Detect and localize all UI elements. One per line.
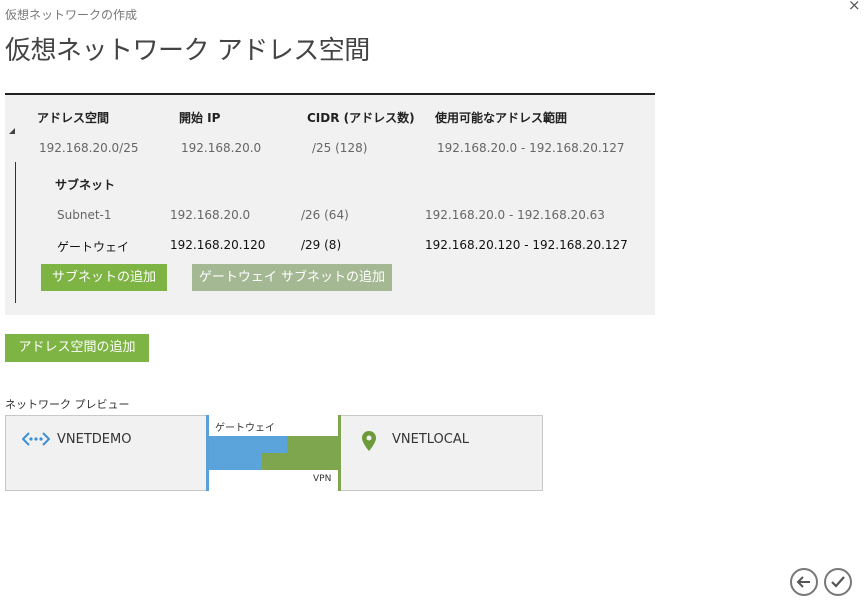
gateway-subnet-name: ゲートウェイ: [57, 240, 130, 254]
arrow-left-icon: [796, 576, 810, 588]
back-button[interactable]: [790, 568, 818, 596]
page-title: 仮想ネットワーク アドレス空間: [5, 36, 370, 66]
column-header-cidr: CIDR (アドレス数): [307, 111, 415, 125]
virtual-network-box: [5, 415, 207, 491]
local-network-name: VNETLOCAL: [392, 432, 469, 447]
virtual-network-icon: [22, 432, 50, 446]
subnet-name[interactable]: Subnet-1: [57, 208, 112, 222]
subnet-section-title: サブネット: [55, 178, 116, 192]
complete-button[interactable]: [824, 568, 852, 596]
network-preview-label: ネットワーク プレビュー: [5, 398, 130, 411]
gateway-subnet-cidr[interactable]: /29 (8): [301, 238, 341, 252]
checkmark-icon: [831, 576, 845, 588]
gateway-connection-green-top: [287, 436, 338, 453]
start-ip-value: 192.168.20.0: [181, 141, 262, 155]
subnet-tree-line: [15, 162, 16, 303]
breadcrumb: 仮想ネットワークの作成: [5, 8, 138, 22]
close-icon[interactable]: ×: [848, 0, 861, 14]
address-space-value[interactable]: 192.168.20.0/25: [39, 141, 138, 155]
local-network-box: [340, 415, 543, 491]
location-pin-icon: [362, 431, 376, 451]
add-address-space-button[interactable]: アドレス空間の追加: [5, 334, 149, 362]
range-value: 192.168.20.0 - 192.168.20.127: [437, 141, 625, 155]
local-network-edge: [338, 415, 341, 491]
gateway-subnet-start-ip[interactable]: 192.168.20.120: [170, 238, 265, 252]
column-header-usable-range: 使用可能なアドレス範囲: [435, 111, 568, 125]
column-header-start-ip: 開始 IP: [179, 111, 221, 125]
collapse-triangle-icon[interactable]: [9, 128, 15, 134]
subnet-cidr[interactable]: /26 (64): [301, 208, 349, 222]
gateway-label: ゲートウェイ: [215, 423, 275, 434]
subnet-range: 192.168.20.0 - 192.168.20.63: [425, 208, 605, 222]
add-gateway-subnet-button[interactable]: ゲートウェイ サブネットの追加: [192, 264, 392, 291]
cidr-value[interactable]: /25 (128): [312, 141, 367, 155]
gateway-subnet-range: 192.168.20.120 - 192.168.20.127: [425, 238, 628, 252]
add-subnet-button[interactable]: サブネットの追加: [41, 264, 167, 291]
vpn-label: VPN: [313, 474, 332, 484]
gateway-connection-green-bottom: [262, 453, 338, 470]
virtual-network-name: VNETDEMO: [57, 432, 132, 447]
column-header-address-space: アドレス空間: [37, 111, 110, 125]
subnet-start-ip[interactable]: 192.168.20.0: [170, 208, 250, 222]
